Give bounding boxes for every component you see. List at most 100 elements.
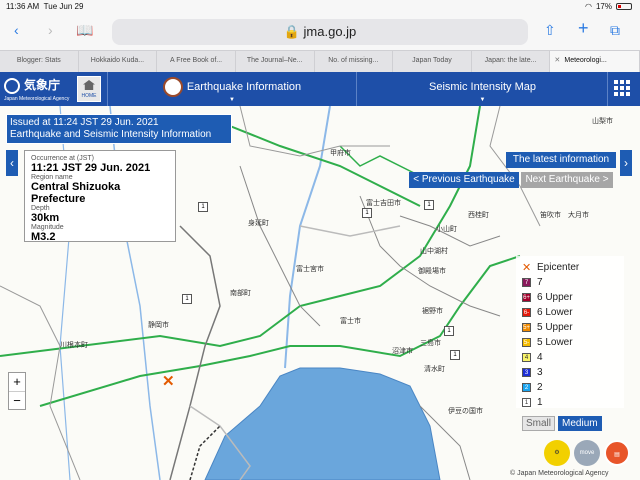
- earthquake-details-panel: Occurrence at (JST) 11:21 JST 29 Jun. 20…: [24, 150, 176, 243]
- home-label: HOME: [81, 93, 97, 99]
- move-tool-button[interactable]: move: [574, 440, 600, 466]
- depth-value: 30km: [31, 212, 60, 224]
- map-area[interactable]: 川根本町 静岡市 富士市 富士宮市 南部町 富士吉田市 身延町 山中湖村 裾野市…: [0, 106, 640, 480]
- previous-earthquake-button[interactable]: < Previous Earthquake: [409, 172, 519, 188]
- place-label: 富士宮市: [296, 266, 324, 273]
- wifi-icon: ◠: [585, 2, 592, 11]
- legend-label: 2: [537, 382, 543, 393]
- jma-emblem-icon: [4, 78, 20, 94]
- intensity-swatch: 6+: [522, 293, 531, 302]
- issued-banner: Issued at 11:24 JST 29 Jun. 2021 Earthqu…: [6, 114, 232, 144]
- collapse-panel-left-button[interactable]: ‹: [6, 150, 18, 176]
- place-label: 御殿場市: [418, 268, 446, 275]
- browser-tab[interactable]: No. of missing...: [315, 51, 394, 72]
- intensity-station[interactable]: 1: [424, 200, 434, 210]
- active-tab-label: Meteorologi...: [564, 57, 607, 64]
- browser-tab[interactable]: Japan Today: [393, 51, 472, 72]
- legend-item: 5- 5 Lower: [522, 335, 618, 350]
- place-label: 静岡市: [148, 322, 169, 329]
- earthquake-menu-label: Earthquake Information: [186, 81, 302, 93]
- share-icon[interactable]: ⇧: [544, 22, 556, 39]
- new-tab-icon[interactable]: +: [578, 18, 589, 39]
- intensity-swatch: 3: [522, 368, 531, 377]
- place-label: 三島市: [420, 340, 441, 347]
- legend-label: 4: [537, 352, 543, 363]
- place-label: 笛吹市: [540, 212, 561, 219]
- home-button[interactable]: HOME: [77, 76, 101, 102]
- back-icon[interactable]: ‹: [14, 22, 19, 38]
- legend-item: 33: [522, 365, 618, 380]
- legend-label: 5 Upper: [537, 322, 573, 333]
- place-label: 甲府市: [330, 150, 351, 157]
- intensity-station[interactable]: 1: [444, 326, 454, 336]
- tab-bar: Blogger: Stats Hokkaido Kuda... A Free B…: [0, 50, 640, 72]
- intensity-station[interactable]: 1: [362, 208, 372, 218]
- next-earthquake-button[interactable]: Next Earthquake >: [521, 172, 613, 188]
- book-tool-icon[interactable]: ▤: [604, 440, 630, 466]
- place-label: 川根本町: [60, 342, 88, 349]
- intensity-station[interactable]: 1: [182, 294, 192, 304]
- browser-tab-active[interactable]: ✕ Meteorologi...: [550, 51, 640, 72]
- legend-label: 1: [537, 397, 543, 408]
- seismic-map-menu[interactable]: Seismic Intensity Map ▼: [358, 72, 608, 106]
- intensity-station[interactable]: 1: [450, 350, 460, 360]
- place-label: 小山町: [436, 226, 457, 233]
- intensity-station[interactable]: 1: [198, 202, 208, 212]
- place-label: 山中湖村: [420, 248, 448, 255]
- address-bar[interactable]: 🔒 jma.go.jp: [112, 19, 528, 45]
- legend-epicenter: ✕ Epicenter: [522, 260, 618, 275]
- magnitude-value: M3.2: [31, 231, 56, 243]
- place-label: 伊豆の国市: [448, 408, 483, 415]
- chevron-down-icon: ▼: [479, 97, 486, 103]
- place-label: 沼津市: [392, 348, 413, 355]
- logo-subtitle: Japan Meteorological Agency: [4, 96, 70, 102]
- legend-label: Epicenter: [537, 262, 580, 273]
- issued-title: Earthquake and Seismic Intensity Informa…: [10, 129, 212, 140]
- tabs-icon[interactable]: ⧉: [610, 22, 620, 39]
- intensity-swatch: 2: [522, 383, 531, 392]
- browser-tab[interactable]: Japan: the late...: [472, 51, 551, 72]
- place-label: 富士吉田市: [366, 200, 401, 207]
- zoom-control: + −: [8, 372, 26, 410]
- settings-tool-icon[interactable]: ⚙: [544, 440, 570, 466]
- browser-tab[interactable]: A Free Book of...: [157, 51, 236, 72]
- status-bar: 11:36 AM Tue Jun 29 ◠ 17%: [0, 0, 640, 14]
- forward-icon[interactable]: ›: [48, 22, 53, 38]
- legend-item: 44: [522, 350, 618, 365]
- issued-time: Issued at 11:24 JST 29 Jun. 2021: [10, 117, 159, 128]
- depth-label: Depth: [31, 205, 50, 212]
- status-date: Tue Jun 29: [43, 2, 84, 11]
- intensity-swatch: 5+: [522, 323, 531, 332]
- battery-icon: [616, 3, 632, 10]
- zoom-in-button[interactable]: +: [9, 373, 25, 391]
- legend-label: 6 Lower: [537, 307, 573, 318]
- size-small-button[interactable]: Small: [522, 416, 556, 431]
- intensity-swatch: 1: [522, 398, 531, 407]
- jma-logo[interactable]: 気象庁 Japan Meteorological Agency: [4, 76, 72, 102]
- browser-tab[interactable]: The Journal–Ne...: [236, 51, 315, 72]
- latest-information-button[interactable]: The latest information: [506, 152, 616, 168]
- zoom-out-button[interactable]: −: [9, 391, 25, 409]
- marker-size-toggle: Small Medium: [522, 416, 602, 431]
- intensity-swatch: 5-: [522, 338, 531, 347]
- browser-tab[interactable]: Hokkaido Kuda...: [79, 51, 158, 72]
- legend-item: 77: [522, 275, 618, 290]
- move-tool-label: move: [579, 450, 595, 456]
- intensity-swatch: 6-: [522, 308, 531, 317]
- map-copyright: © Japan Meteorological Agency: [510, 470, 609, 477]
- browser-tab[interactable]: Blogger: Stats: [0, 51, 79, 72]
- legend-item: 6- 6 Lower: [522, 305, 618, 320]
- earthquake-info-menu[interactable]: Earthquake Information ▼: [107, 72, 357, 106]
- book-icon[interactable]: 📖: [76, 22, 93, 39]
- close-tab-icon[interactable]: ✕: [554, 51, 560, 71]
- occurrence-label: Occurrence at (JST): [31, 155, 95, 162]
- size-medium-button[interactable]: Medium: [558, 416, 602, 431]
- epicenter-marker-icon: ✕: [162, 373, 175, 390]
- place-label: 裾野市: [422, 308, 443, 315]
- legend-item: 11: [522, 395, 618, 410]
- collapse-panel-right-button[interactable]: ›: [620, 150, 632, 176]
- chevron-down-icon: ▼: [229, 97, 235, 103]
- region-label: Region name: [31, 174, 73, 181]
- grid-menu-icon[interactable]: [614, 80, 630, 96]
- site-header: 気象庁 Japan Meteorological Agency HOME Ear…: [0, 72, 640, 106]
